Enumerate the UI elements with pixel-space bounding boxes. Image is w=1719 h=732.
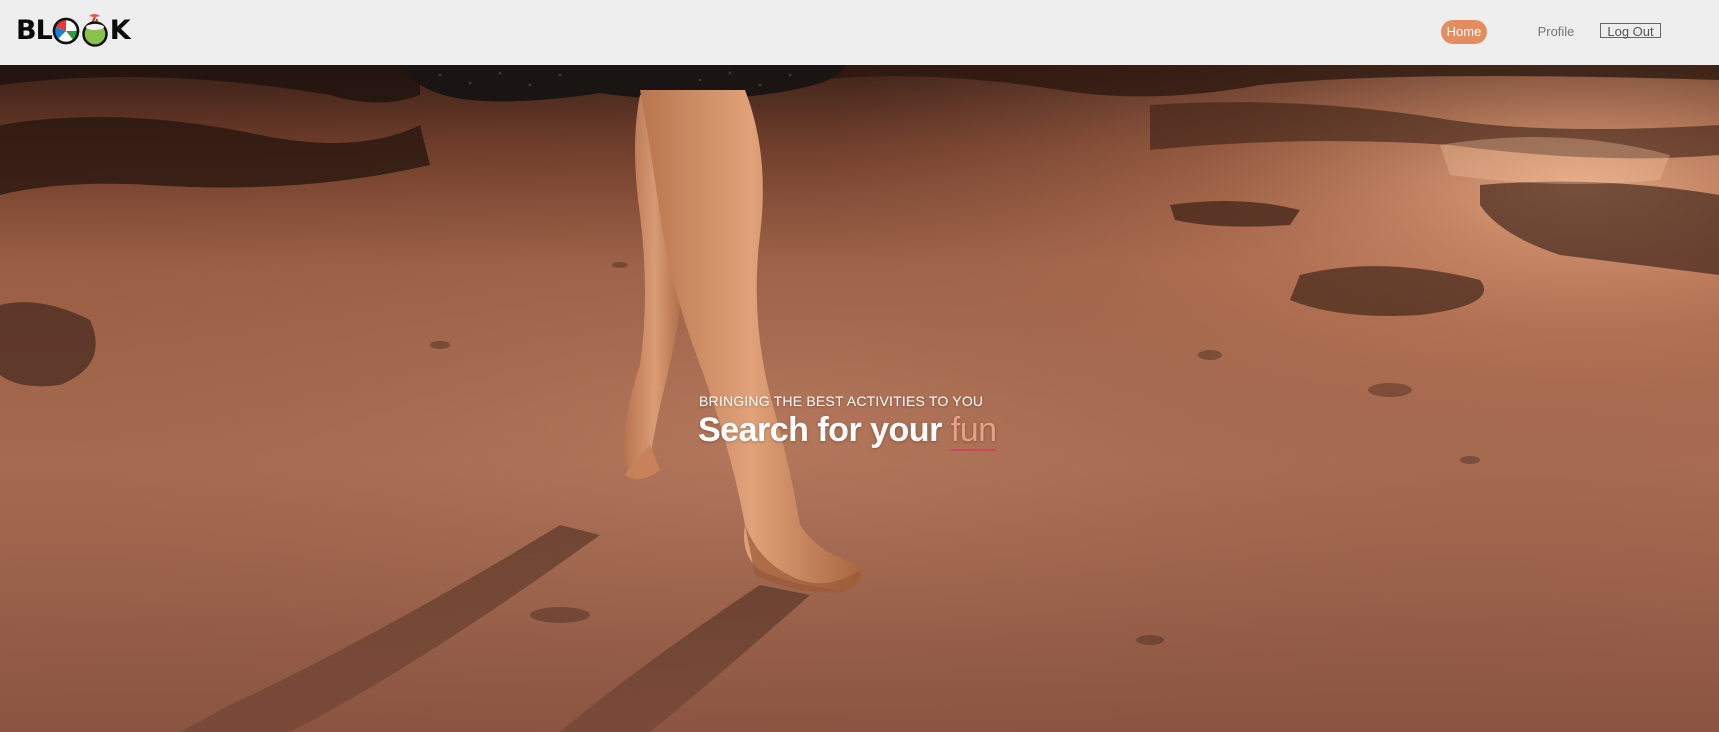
logo-text-end: K	[109, 14, 131, 46]
page: BL K Home Profile Log Out BRINGING THE B…	[0, 0, 1719, 732]
hero-subtitle: BRINGING THE BEST ACTIVITIES TO YOU	[699, 393, 984, 409]
hero-title: Search for your fun	[698, 408, 997, 452]
nav-profile-link[interactable]: Profile	[1528, 20, 1584, 44]
coconut-drink-icon	[80, 13, 110, 47]
hero-title-accent: fun	[950, 411, 997, 451]
hero-title-text: Search for your	[698, 411, 942, 449]
logo[interactable]: BL K	[16, 11, 131, 49]
logo-text-start: BL	[16, 14, 53, 46]
beach-ball-icon	[52, 15, 80, 45]
hero-section: BRINGING THE BEST ACTIVITIES TO YOU Sear…	[0, 65, 1719, 732]
nav-home-button[interactable]: Home	[1441, 20, 1487, 44]
navbar: BL K Home Profile Log Out	[0, 0, 1719, 65]
logout-button[interactable]: Log Out	[1600, 23, 1661, 39]
